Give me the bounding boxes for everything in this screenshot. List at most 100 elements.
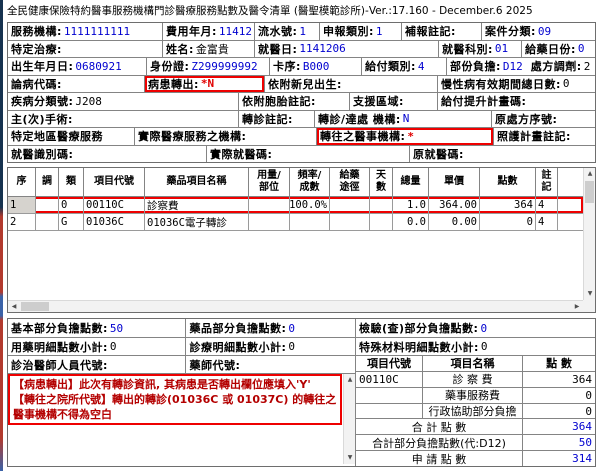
right-summary-row-2: 特殊材料明細點數小計:0 xyxy=(356,337,595,355)
form-cell: 出生年月日:0680921 xyxy=(8,58,146,75)
field: 特定治療: xyxy=(11,41,62,57)
points-table-row: 申 請 點 數314 xyxy=(356,450,595,466)
table-cell xyxy=(329,197,369,213)
field-value: 1111111111 xyxy=(64,25,130,38)
field-value: B000 xyxy=(303,60,330,73)
field: 轉診/達處 機構:N xyxy=(318,111,409,127)
scroll-up-icon[interactable]: ▲ xyxy=(584,168,596,180)
column-header: 給藥 途徑 xyxy=(329,168,369,196)
scroll-down-icon[interactable]: ▼ xyxy=(584,288,596,300)
field-value: 1 xyxy=(376,25,383,38)
table-row[interactable]: 1000110C診察費100.0%1.0364.003644 xyxy=(8,197,583,214)
table-cell: 0.0 xyxy=(392,214,428,230)
points-code-cell xyxy=(356,388,422,403)
points-name-cell: 行政協助部分負擔 xyxy=(422,404,522,419)
alert-message-area: 【病患轉出】此次有轉診資訊, 其病患是否轉出欄位應填入'Y'【轉往之院所代號】轉… xyxy=(8,373,355,466)
field: 就醫科別:01 xyxy=(442,41,508,57)
field: 藥師代號: xyxy=(189,357,240,373)
field: 診治醫師人員代號: xyxy=(11,357,108,373)
table-cell: 4 xyxy=(535,214,557,230)
field-value: 1141206 xyxy=(299,42,345,55)
field: 主(次)手術: xyxy=(11,111,73,127)
field-label: 費用年月: xyxy=(166,23,217,39)
field-label: 原就醫碼: xyxy=(413,146,464,162)
form-row-1: 服務機構:1111111111費用年月:11412流水號:1申報類別:1補報註記… xyxy=(8,23,595,40)
alert-line: 【病患轉出】此次有轉診資訊, 其病患是否轉出欄位應填入'Y' xyxy=(13,377,337,392)
points-value-cell: 364 xyxy=(522,372,595,387)
scroll-right-icon[interactable]: ▶ xyxy=(571,301,583,313)
form-cell: 原處方序號: xyxy=(491,111,595,128)
form-cell: 就醫日:1141206 xyxy=(254,41,438,58)
form-cell: 慢性病有效期間總日數:0 xyxy=(437,76,595,93)
column-header: 註 記 xyxy=(535,168,557,196)
field: 藥品部分負擔點數:0 xyxy=(189,320,295,336)
vertical-scroll-thumb[interactable] xyxy=(585,181,594,203)
form-cell: 疾病分類號:J208 xyxy=(8,93,238,110)
form-cell: 給藥日份:0 xyxy=(521,41,595,58)
horizontal-scroll-thumb[interactable] xyxy=(21,302,49,311)
alert-scroll-down-icon[interactable]: ▼ xyxy=(344,452,356,464)
alert-scrollbar[interactable]: ▲ ▼ xyxy=(343,374,355,464)
form-cell: 案件分類:09 xyxy=(481,23,595,40)
field: 身份證:Z299999992 xyxy=(150,58,258,74)
field-value: 0 xyxy=(288,322,295,335)
field: 用藥明細點數小計:0 xyxy=(11,339,117,355)
field: 申報類別:1 xyxy=(323,23,383,39)
points-summary-table: 檢驗(查)部分負擔點數:0特殊材料明細點數小計:0項目代號項目名稱點 數0011… xyxy=(356,319,595,466)
medical-order-table: 序調類項目代號藥品項目名稱用量/ 部位頻率/ 成數給藥 途徑天 數總量單價點數註… xyxy=(7,167,596,313)
table-cell: 364.00 xyxy=(428,197,479,213)
table-row[interactable]: 2G01036C01036C電子轉診0.00.0004 xyxy=(8,214,583,231)
field-value: 0 xyxy=(480,322,487,335)
order-table-content: 序調類項目代號藥品項目名稱用量/ 部位頻率/ 成數給藥 途徑天 數總量單價點數註… xyxy=(8,168,583,300)
points-column-header: 項目代號 xyxy=(356,356,422,371)
summary-rows: 基本部分負擔點數:50藥品部分負擔點數:0用藥明細點數小計:0診療明細點數小計:… xyxy=(8,319,355,373)
field: 依附新兒出生: xyxy=(268,76,342,92)
table-cell-filler xyxy=(557,214,583,230)
table-cell: 1 xyxy=(8,197,35,213)
form-row-6: 主(次)手術: 轉診註記:轉診/達處 機構:N 原處方序號: xyxy=(8,110,595,128)
field-label: 實際醫療服務之機構: xyxy=(138,128,246,144)
table-cell: 01036C電子轉診 xyxy=(144,214,248,230)
column-header: 頻率/ 成數 xyxy=(289,168,329,196)
summary-cell: 特殊材料明細點數小計:0 xyxy=(356,338,595,355)
form-cell: 主(次)手術: xyxy=(8,111,238,128)
column-header: 單價 xyxy=(428,168,479,196)
points-value-cell: 0 xyxy=(522,388,595,403)
points-value-cell: 364 xyxy=(522,419,595,434)
table-cell: 100.0% xyxy=(289,197,329,213)
scroll-left-icon[interactable]: ◀ xyxy=(8,301,20,313)
field-value: 01 xyxy=(495,42,508,55)
field: 就醫日:1141206 xyxy=(258,41,346,57)
table-cell: 0 xyxy=(479,214,535,230)
table-cell xyxy=(369,214,392,230)
points-value-cell: 314 xyxy=(522,451,595,466)
field-value: *N xyxy=(201,77,214,90)
field: 轉往之醫事機構:* xyxy=(320,128,414,144)
column-header: 總量 xyxy=(392,168,428,196)
field-label: 補報註記: xyxy=(405,23,456,39)
field-label: 主(次)手術: xyxy=(11,111,73,127)
column-header: 天 數 xyxy=(369,168,392,196)
field: 流水號:1 xyxy=(258,23,306,39)
form-cell: 服務機構:1111111111 xyxy=(8,23,162,40)
field-label: 給付類別: xyxy=(365,58,416,74)
field: 給付提升計畫碼: xyxy=(441,93,526,109)
table-cell-filler xyxy=(557,197,583,213)
field-value: Z299999992 xyxy=(191,60,257,73)
order-table-horizontal-scrollbar[interactable]: ◀ ▶ xyxy=(8,300,583,312)
table-cell xyxy=(369,197,392,213)
field-label: 就醫識別碼: xyxy=(11,146,73,162)
field-label: 給藥日份: xyxy=(525,41,576,57)
summary-row-2: 用藥明細點數小計:0診療明細點數小計:0 xyxy=(8,337,355,355)
alert-scroll-up-icon[interactable]: ▲ xyxy=(344,374,356,386)
field: 原就醫碼: xyxy=(413,146,464,162)
field: 姓名:金富貴 xyxy=(166,41,229,57)
table-cell: 01036C xyxy=(83,214,144,230)
table-cell xyxy=(329,214,369,230)
form-cell: 轉診註記: xyxy=(238,111,314,128)
table-cell: 診察費 xyxy=(144,197,248,213)
field-label: 基本部分負擔點數: xyxy=(11,320,108,336)
order-table-vertical-scrollbar[interactable]: ▲ ▼ xyxy=(583,168,595,300)
form-cell: 部份負擔:D12處方調劑:2 xyxy=(446,58,595,75)
field: 特殊材料明細點數小計:0 xyxy=(359,339,488,355)
